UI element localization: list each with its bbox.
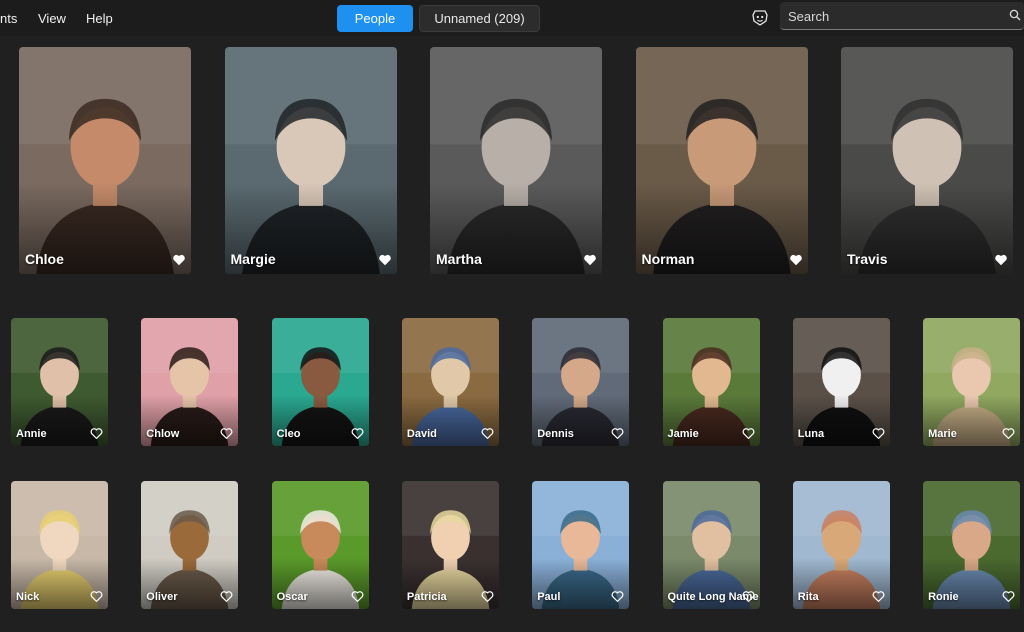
favorite-heart-icon[interactable] xyxy=(481,590,494,603)
favorite-heart-icon[interactable] xyxy=(481,427,494,440)
favorite-heart-icon[interactable] xyxy=(1002,427,1015,440)
top-bar: nts View Help People Unnamed (209) xyxy=(0,0,1024,36)
person-card-paul[interactable]: Paul xyxy=(532,481,630,609)
menu-item-help[interactable]: Help xyxy=(86,11,113,26)
person-name: Marie xyxy=(928,428,957,440)
person-name: Travis xyxy=(847,251,888,267)
favorite-heart-icon[interactable] xyxy=(351,427,364,440)
person-name: Annie xyxy=(16,428,47,440)
favorite-heart-icon[interactable] xyxy=(583,253,597,267)
person-name: Norman xyxy=(641,251,695,267)
person-name: David xyxy=(406,428,437,440)
face-recognition-icon[interactable] xyxy=(751,9,769,27)
favorite-heart-icon[interactable] xyxy=(611,590,624,603)
search-input[interactable] xyxy=(788,7,1003,25)
person-card-norman[interactable]: Norman xyxy=(635,47,808,274)
person-name: Chloe xyxy=(25,251,64,267)
favorite-heart-icon[interactable] xyxy=(742,427,755,440)
favorite-heart-icon[interactable] xyxy=(872,590,885,603)
favorite-heart-icon[interactable] xyxy=(378,253,392,267)
person-card-oscar[interactable]: Oscar xyxy=(271,481,369,609)
person-card-martha[interactable]: Martha xyxy=(430,47,602,274)
tab-people[interactable]: People xyxy=(337,5,413,32)
person-name: Cleo xyxy=(276,428,301,440)
person-name: Patricia xyxy=(406,591,447,603)
person-name: Ronie xyxy=(928,591,959,603)
person-card-patricia[interactable]: Patricia xyxy=(401,481,499,609)
favorite-heart-icon[interactable] xyxy=(220,590,233,603)
search-icon[interactable] xyxy=(1009,9,1021,21)
person-name: Margie xyxy=(230,251,276,267)
person-name: Oliver xyxy=(146,591,178,603)
favorite-heart-icon[interactable] xyxy=(994,253,1008,267)
person-card-travis[interactable]: Travis xyxy=(841,47,1013,274)
person-card-david[interactable]: David xyxy=(401,318,499,446)
person-name: Dennis xyxy=(537,428,574,440)
favorite-heart-icon[interactable] xyxy=(220,427,233,440)
favorite-heart-icon[interactable] xyxy=(742,590,755,603)
person-card-chloe[interactable]: Chloe xyxy=(19,47,191,274)
person-card-quite-long-name[interactable]: Quite Long Name xyxy=(662,481,760,609)
favorite-heart-icon[interactable] xyxy=(789,253,803,267)
favorite-heart-icon[interactable] xyxy=(90,427,103,440)
search-box[interactable] xyxy=(780,2,1024,30)
person-card-oliver[interactable]: Oliver xyxy=(141,481,239,609)
person-card-nick[interactable]: Nick xyxy=(11,481,108,609)
person-card-jamie[interactable]: Jamie xyxy=(662,318,760,446)
person-card-dennis[interactable]: Dennis xyxy=(532,318,630,446)
tab-unnamed[interactable]: Unnamed (209) xyxy=(419,5,540,32)
person-card-annie[interactable]: Annie xyxy=(11,318,108,446)
person-card-rita[interactable]: Rita xyxy=(792,481,890,609)
person-card-margie[interactable]: Margie xyxy=(224,47,397,274)
person-card-marie[interactable]: Marie xyxy=(923,318,1021,446)
person-card-chlow[interactable]: Chlow xyxy=(141,318,239,446)
menu-item-view[interactable]: View xyxy=(38,11,66,26)
favorite-heart-icon[interactable] xyxy=(872,427,885,440)
person-name: Rita xyxy=(797,591,819,603)
favorite-heart-icon[interactable] xyxy=(1002,590,1015,603)
favorite-heart-icon[interactable] xyxy=(172,253,186,267)
person-name: Oscar xyxy=(276,591,308,603)
favorite-heart-icon[interactable] xyxy=(351,590,364,603)
person-name: Jamie xyxy=(667,428,699,440)
person-name: Paul xyxy=(537,591,561,603)
menu-item-fonts[interactable]: nts xyxy=(0,11,17,26)
person-name: Nick xyxy=(16,591,40,603)
person-name: Luna xyxy=(797,428,825,440)
person-card-luna[interactable]: Luna xyxy=(792,318,890,446)
person-card-cleo[interactable]: Cleo xyxy=(271,318,369,446)
person-name: Chlow xyxy=(146,428,180,440)
person-name: Martha xyxy=(436,251,482,267)
favorite-heart-icon[interactable] xyxy=(611,427,624,440)
person-card-ronie[interactable]: Ronie xyxy=(923,481,1021,609)
favorite-heart-icon[interactable] xyxy=(90,590,103,603)
